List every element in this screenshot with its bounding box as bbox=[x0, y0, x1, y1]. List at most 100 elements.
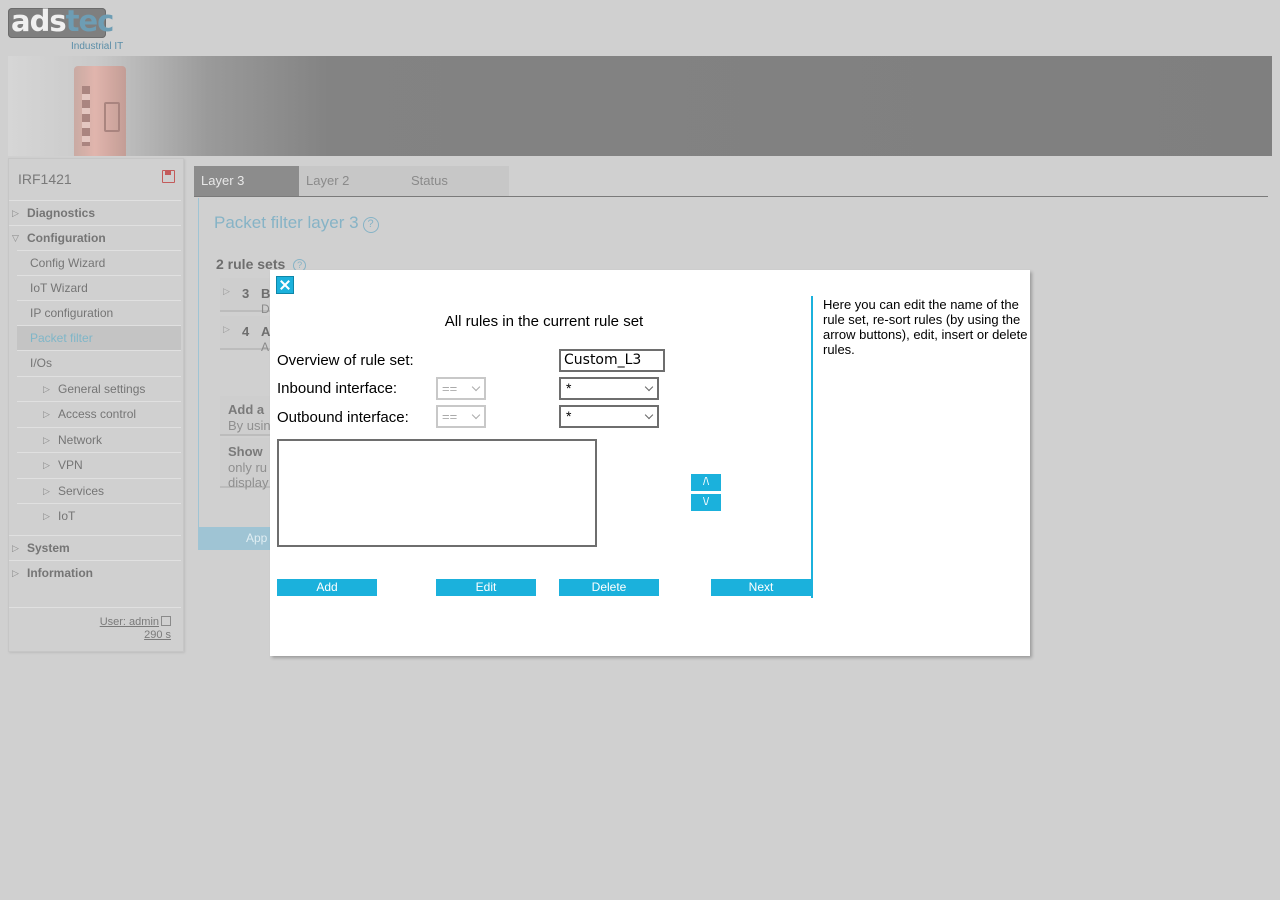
chevron-down-icon bbox=[471, 382, 481, 392]
sidebar-item-iot[interactable]: ▷ IoT bbox=[17, 503, 181, 528]
triangle-right-icon: ▷ bbox=[43, 384, 50, 394]
select-value: == bbox=[442, 381, 458, 396]
triangle-right-icon: ▷ bbox=[43, 409, 50, 419]
device-name: IRF1421 bbox=[18, 171, 72, 187]
sidebar-item-access-control[interactable]: ▷ Access control bbox=[17, 401, 181, 426]
outbound-label: Outbound interface: bbox=[277, 409, 409, 426]
tab-status[interactable]: Status bbox=[404, 166, 509, 196]
chevron-down-icon bbox=[644, 410, 654, 420]
logout-icon bbox=[161, 616, 171, 626]
option-description-line: only ru bbox=[228, 460, 268, 475]
option-title: Show bbox=[228, 444, 263, 459]
dialog-divider bbox=[811, 296, 813, 598]
triangle-right-icon: ▷ bbox=[12, 208, 19, 218]
triangle-right-icon: ▷ bbox=[223, 286, 230, 296]
sidebar-divider bbox=[9, 607, 181, 608]
sidebar-item-diagnostics[interactable]: ▷ Diagnostics bbox=[9, 200, 181, 225]
sidebar-item-label: Services bbox=[58, 484, 105, 498]
select-value: == bbox=[442, 409, 458, 424]
triangle-right-icon: ▷ bbox=[12, 543, 19, 553]
sidebar-item-configuration[interactable]: ▽ Configuration bbox=[9, 225, 181, 250]
sidebar-item-label: Access control bbox=[58, 407, 137, 421]
sidebar-item-ios[interactable]: I/Os bbox=[17, 350, 181, 375]
apply-button[interactable]: App bbox=[198, 527, 278, 550]
triangle-right-icon: ▷ bbox=[223, 324, 230, 334]
delete-button[interactable]: Delete bbox=[559, 579, 659, 596]
rule-set-name: A bbox=[261, 324, 271, 339]
rule-set-description: A bbox=[261, 340, 270, 354]
sidebar-item-information[interactable]: ▷ Information bbox=[9, 560, 181, 585]
outbound-operator-select: == bbox=[436, 405, 486, 428]
logo-subtitle: Industrial IT bbox=[71, 41, 124, 52]
rule-set-number: 3 bbox=[242, 286, 250, 301]
outbound-interface-select[interactable]: * bbox=[559, 405, 659, 428]
sidebar-item-network[interactable]: ▷ Network bbox=[17, 427, 181, 452]
edit-button[interactable]: Edit bbox=[436, 579, 536, 596]
sidebar-item-label: Config Wizard bbox=[30, 256, 106, 270]
rule-set-number: 4 bbox=[242, 324, 250, 339]
move-up-button[interactable]: /\ bbox=[691, 474, 721, 491]
user-label: User: admin bbox=[99, 616, 159, 628]
sidebar-item-iot-wizard[interactable]: IoT Wizard bbox=[17, 275, 181, 300]
sidebar: IRF1421 ▷ Diagnostics ▽ Configuration Conf… bbox=[8, 158, 184, 652]
header-banner bbox=[8, 56, 1272, 156]
logo-box: adstec bbox=[8, 4, 114, 38]
option-description-line: display bbox=[228, 475, 269, 490]
select-value: * bbox=[566, 408, 572, 424]
sidebar-item-vpn[interactable]: ▷ VPN bbox=[17, 452, 181, 477]
close-icon[interactable] bbox=[276, 276, 294, 294]
help-icon[interactable]: ? bbox=[362, 217, 379, 233]
option-title: Add a bbox=[228, 402, 265, 417]
option-description: only ru display bbox=[228, 460, 268, 490]
next-button[interactable]: Next bbox=[711, 579, 811, 596]
sidebar-item-label: VPN bbox=[58, 458, 83, 472]
add-button[interactable]: Add bbox=[277, 579, 377, 596]
sidebar-item-label: Packet filter bbox=[30, 331, 93, 345]
sidebar-item-config-wizard[interactable]: Config Wizard bbox=[17, 250, 181, 275]
logo-text-ads: ads bbox=[11, 4, 67, 38]
inbound-interface-select[interactable]: * bbox=[559, 377, 659, 400]
dialog-heading: All rules in the current rule set bbox=[444, 313, 644, 330]
sidebar-item-services[interactable]: ▷ Services bbox=[17, 478, 181, 503]
select-value: * bbox=[566, 380, 572, 396]
sidebar-item-label: Information bbox=[27, 566, 93, 580]
sidebar-item-ip-configuration[interactable]: IP configuration bbox=[17, 300, 181, 325]
triangle-right-icon: ▷ bbox=[43, 435, 50, 445]
save-icon[interactable] bbox=[162, 170, 175, 183]
sidebar-item-label: General settings bbox=[58, 382, 146, 396]
sidebar-item-packet-filter[interactable]: Packet filter bbox=[17, 325, 181, 350]
chevron-down-icon bbox=[471, 410, 481, 420]
rule-set-editor-dialog: All rules in the current rule set Overvi… bbox=[270, 270, 1030, 656]
triangle-right-icon: ▷ bbox=[43, 486, 50, 496]
triangle-right-icon: ▷ bbox=[43, 460, 50, 470]
sidebar-item-system[interactable]: ▷ System bbox=[9, 535, 181, 560]
rules-listbox[interactable] bbox=[277, 439, 597, 547]
triangle-down-icon: ▽ bbox=[12, 233, 19, 243]
sidebar-item-general-settings[interactable]: ▷ General settings bbox=[17, 376, 181, 401]
help-text: Here you can edit the name of the rule s… bbox=[823, 297, 1028, 357]
session-timer: 290 s bbox=[144, 629, 171, 641]
tab-layer-2[interactable]: Layer 2 bbox=[299, 166, 404, 196]
page-title: Packet filter layer 3? bbox=[214, 213, 379, 233]
inbound-operator-select: == bbox=[436, 377, 486, 400]
tab-underline bbox=[194, 196, 1268, 197]
sidebar-item-label: IoT Wizard bbox=[30, 281, 88, 295]
sidebar-item-label: Configuration bbox=[27, 231, 106, 245]
sidebar-item-label: Diagnostics bbox=[27, 206, 96, 220]
inbound-label: Inbound interface: bbox=[277, 380, 398, 397]
option-description-line: By usin bbox=[228, 418, 271, 433]
device-image bbox=[74, 66, 126, 156]
user-logout-link[interactable]: User: admin bbox=[100, 616, 171, 628]
sidebar-item-label: System bbox=[27, 541, 70, 555]
rule-set-description: D bbox=[261, 302, 270, 316]
option-description: By usin bbox=[228, 418, 271, 433]
overview-label: Overview of rule set: bbox=[277, 352, 414, 369]
rule-set-name-input[interactable]: Custom_L3 bbox=[559, 349, 665, 372]
move-down-button[interactable]: \/ bbox=[691, 494, 721, 511]
triangle-right-icon: ▷ bbox=[43, 511, 50, 521]
sidebar-item-label: IP configuration bbox=[30, 306, 114, 320]
rule-set-name: B bbox=[261, 286, 271, 301]
sidebar-item-label: IoT bbox=[58, 509, 76, 523]
sidebar-item-label: Network bbox=[58, 433, 103, 447]
tab-layer-3[interactable]: Layer 3 bbox=[194, 166, 299, 196]
